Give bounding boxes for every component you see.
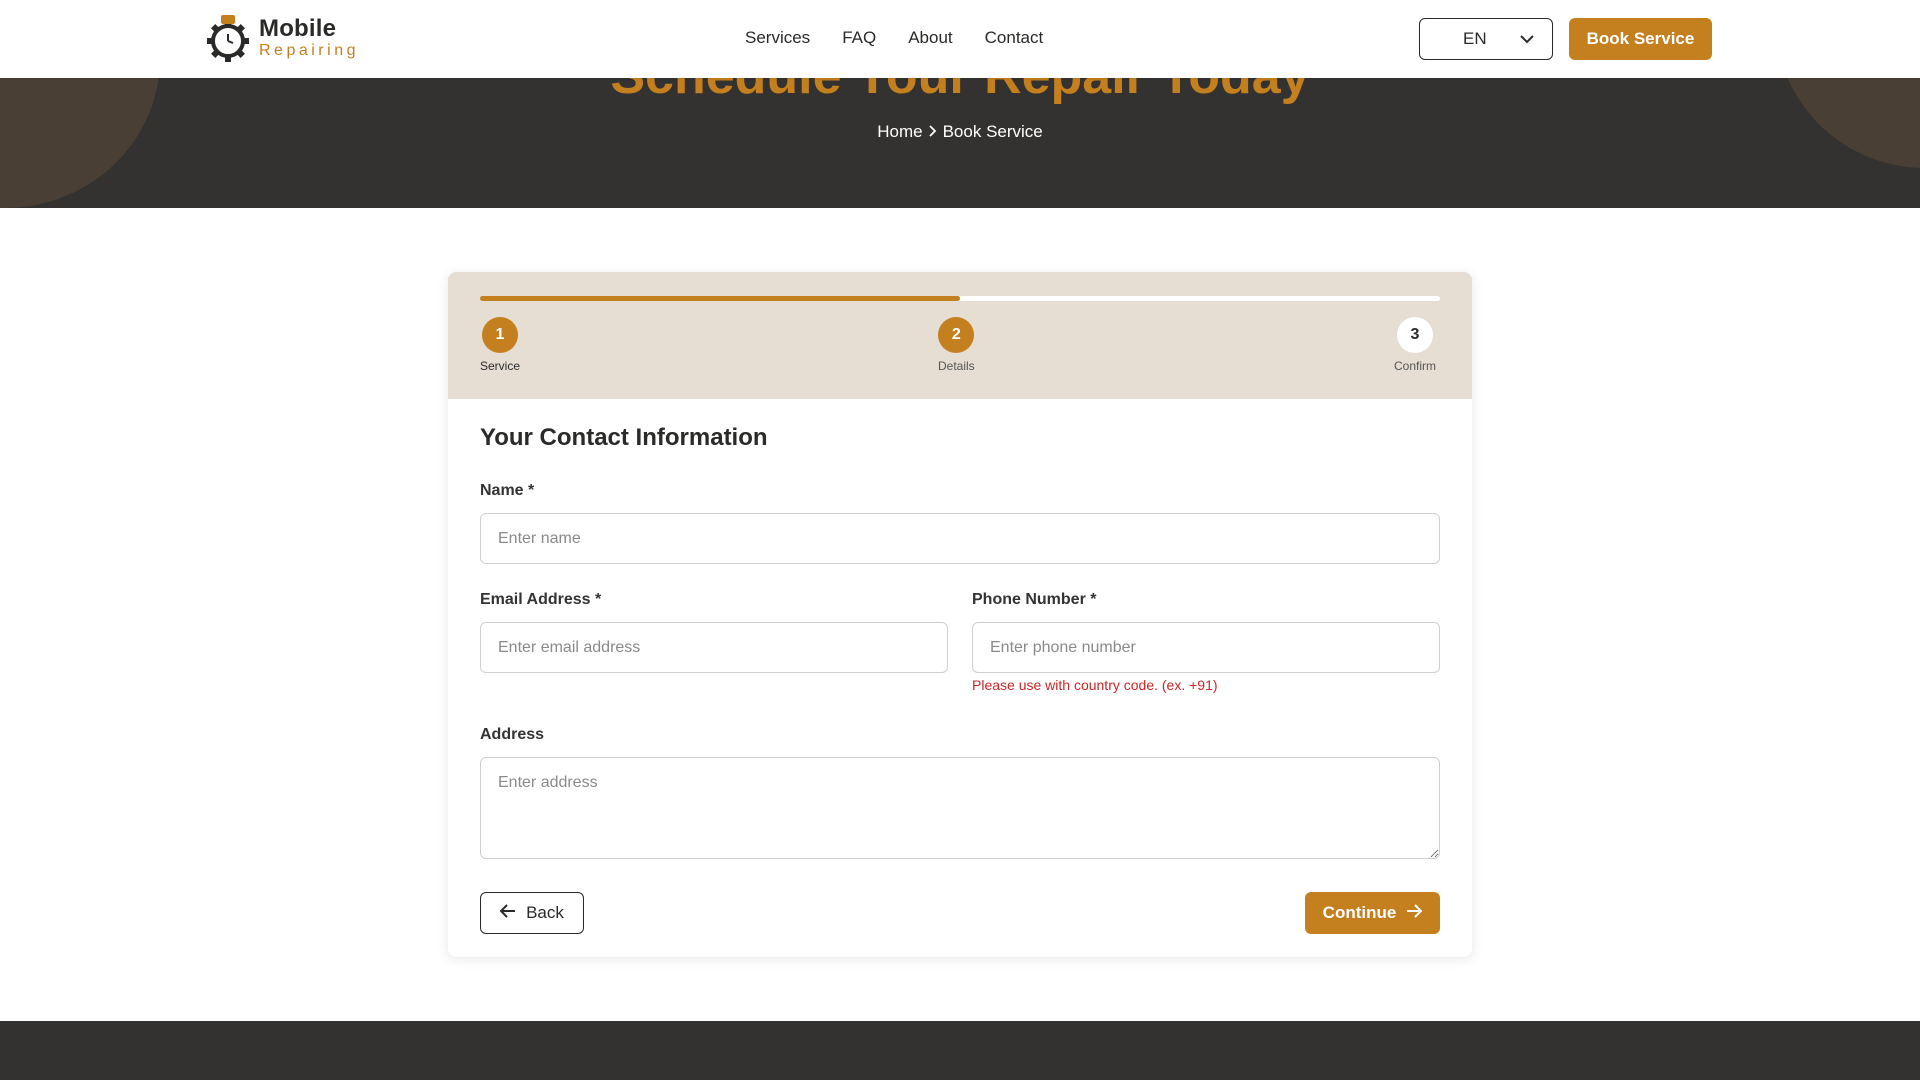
language-select[interactable]: EN — [1419, 18, 1553, 60]
back-button[interactable]: Back — [480, 892, 584, 934]
form-title: Your Contact Information — [480, 424, 768, 451]
chevron-down-icon — [1520, 29, 1534, 49]
nav-link-about[interactable]: About — [908, 28, 952, 48]
hero-banner: Schedule Your Repair Today Home Book Ser… — [0, 78, 1920, 208]
breadcrumb-home[interactable]: Home — [877, 122, 922, 142]
email-input[interactable] — [480, 622, 948, 673]
main-nav: Services FAQ About Contact — [745, 28, 1043, 48]
site-header: Mobile Repairing Services FAQ About Cont… — [0, 0, 1920, 78]
gear-phone-logo-icon — [207, 14, 249, 62]
phone-label: Phone Number * — [972, 591, 1097, 608]
language-value: EN — [1463, 29, 1487, 48]
step-label: Details — [938, 359, 975, 373]
phone-hint: Please use with country code. (ex. +91) — [972, 677, 1218, 693]
logo[interactable]: Mobile Repairing — [207, 14, 359, 62]
continue-button-label: Continue — [1322, 903, 1397, 922]
phone-input[interactable] — [972, 622, 1440, 673]
footer — [0, 1021, 1920, 1080]
step-details: 2 Details — [938, 317, 975, 373]
breadcrumb: Home Book Service — [0, 122, 1920, 142]
progress-fill — [480, 296, 960, 301]
nav-link-faq[interactable]: FAQ — [842, 28, 876, 48]
address-textarea[interactable] — [480, 757, 1440, 859]
continue-button[interactable]: Continue — [1305, 892, 1440, 934]
stepper: 1 Service 2 Details 3 Confirm — [448, 272, 1472, 399]
step-label: Service — [480, 359, 521, 373]
arrow-left-icon — [499, 903, 516, 923]
step-number: 1 — [482, 317, 518, 353]
step-number: 2 — [938, 317, 975, 353]
nav-link-contact[interactable]: Contact — [985, 28, 1044, 48]
email-label: Email Address * — [480, 591, 602, 608]
address-label: Address — [480, 726, 545, 743]
logo-title: Mobile — [259, 15, 337, 42]
back-button-label: Back — [526, 903, 564, 922]
step-label: Confirm — [1394, 359, 1437, 373]
name-label: Name * — [480, 482, 535, 499]
arrow-right-icon — [1406, 903, 1423, 923]
step-service: 1 Service — [480, 317, 520, 373]
name-input[interactable] — [480, 513, 1440, 564]
step-number: 3 — [1397, 317, 1433, 353]
chevron-right-icon — [928, 124, 937, 140]
page-title: Schedule Your Repair Today — [0, 78, 1920, 106]
breadcrumb-current: Book Service — [942, 122, 1043, 141]
booking-form-card: 1 Service 2 Details 3 Confirm Your Conta… — [448, 272, 1472, 957]
step-confirm: 3 Confirm — [1394, 317, 1436, 373]
book-service-button[interactable]: Book Service — [1569, 18, 1712, 60]
nav-link-services[interactable]: Services — [745, 28, 810, 48]
logo-subtitle: Repairing — [259, 42, 359, 59]
progress-bar — [480, 296, 1440, 301]
